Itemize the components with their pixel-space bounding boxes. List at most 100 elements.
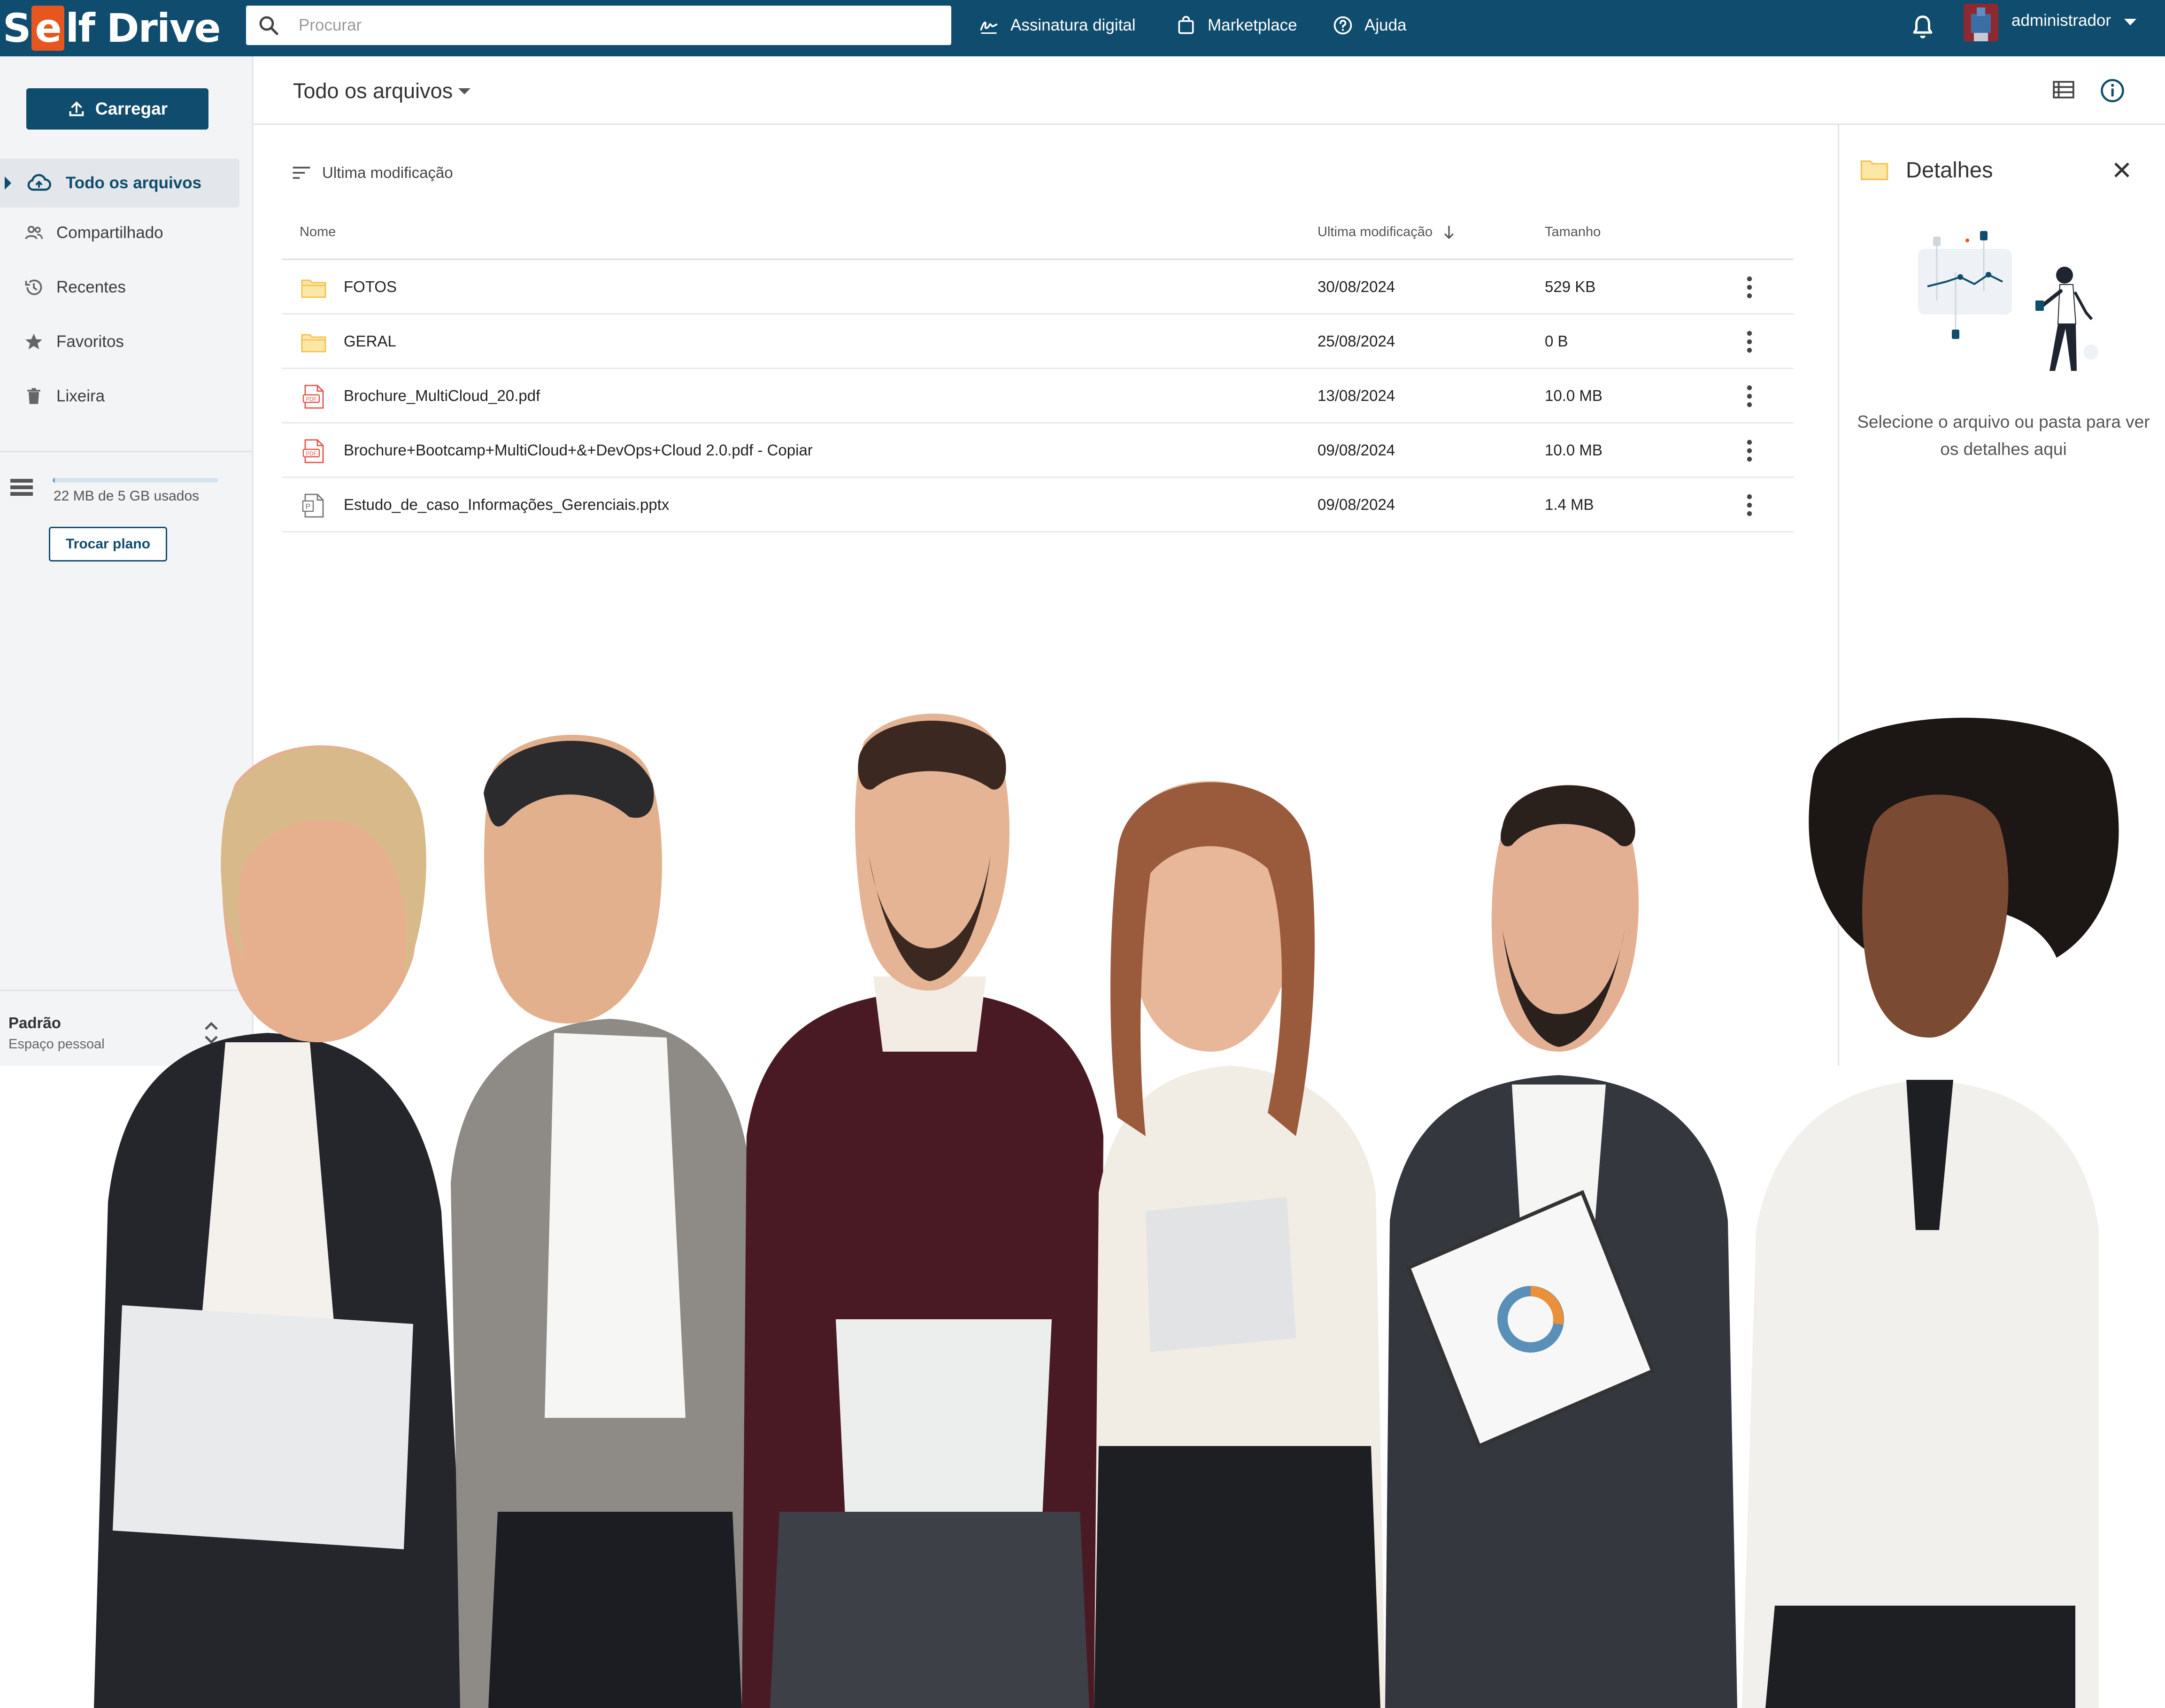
details-empty-message: Selecione o arquivo ou pasta para ver os… <box>1857 412 2150 459</box>
empty-details-illustration <box>1918 231 2098 371</box>
nav-ajuda[interactable]: Ajuda <box>1333 10 1407 40</box>
file-modified: 13/08/2024 <box>1317 387 1395 404</box>
signature-icon <box>980 21 998 34</box>
folder-dropdown-caret-icon[interactable] <box>458 88 470 94</box>
column-header-size[interactable]: Tamanho <box>1545 224 1601 240</box>
file-name: FOTOS <box>344 278 397 295</box>
more-options-icon[interactable] <box>1740 439 1759 463</box>
sidebar-divider <box>0 451 254 452</box>
folder-icon <box>1860 160 1888 180</box>
nav-assinatura-digital[interactable]: Assinatura digital <box>978 10 1136 40</box>
upload-button[interactable]: Carregar <box>26 88 208 130</box>
storage-usage-bar <box>53 478 218 483</box>
folder-icon <box>301 334 326 353</box>
sidebar-item-recentes[interactable]: Recentes <box>0 263 239 312</box>
trash-icon <box>27 388 40 404</box>
table-row[interactable]: GERAL 25/08/2024 0 B <box>282 315 1794 369</box>
storage-usage-fill <box>53 478 55 483</box>
sort-control[interactable]: Ultima modificação <box>291 159 453 187</box>
more-options-icon[interactable] <box>1740 493 1759 517</box>
table-header: Nome Ultima modificação Tamanho <box>282 216 1794 260</box>
sort-label: Ultima modificação <box>322 164 453 181</box>
file-modified: 09/08/2024 <box>1317 496 1395 513</box>
file-name: GERAL <box>344 332 396 350</box>
sidebar-item-label: Todo os arquivos <box>66 174 202 192</box>
column-header-modified-label: Ultima modificação <box>1317 224 1433 239</box>
pptx-file-icon: P <box>302 493 324 518</box>
user-menu-caret-icon[interactable] <box>2124 19 2136 25</box>
search-icon <box>259 16 278 35</box>
sidebar-item-lixeira[interactable]: Lixeira <box>0 372 239 421</box>
upload-icon <box>69 101 84 116</box>
sidebar-item-todo-os-arquivos[interactable]: Todo os arquivos <box>0 159 239 208</box>
sidebar-item-label: Favoritos <box>56 332 124 351</box>
file-name: Brochure_MultiCloud_20.pdf <box>344 387 540 404</box>
shopping-bag-icon <box>1178 15 1194 34</box>
info-icon[interactable] <box>2100 78 2125 103</box>
sort-icon <box>293 167 310 179</box>
svg-text:PDF: PDF <box>306 396 316 402</box>
sidebar-item-label: Compartilhado <box>56 223 163 242</box>
notification-bell-icon[interactable] <box>1910 13 1935 41</box>
upload-button-label: Carregar <box>95 99 168 118</box>
file-size: 10.0 MB <box>1545 441 1603 459</box>
more-options-icon[interactable] <box>1740 275 1759 300</box>
file-name: Brochure+Bootcamp+MultiCloud+&+DevOps+Cl… <box>344 441 813 459</box>
nav-marketplace[interactable]: Marketplace <box>1176 10 1297 40</box>
expand-arrow-icon[interactable] <box>5 177 11 190</box>
person-4 <box>1094 781 1385 1708</box>
arrow-down-icon <box>1444 226 1454 239</box>
top-bar: SelfDrive Assinatura digital Marketplace… <box>0 0 2165 56</box>
avatar-image <box>1964 4 1998 41</box>
help-circle-icon <box>1333 16 1352 35</box>
user-name[interactable]: administrador <box>2011 11 2111 30</box>
pdf-file-icon: PDF <box>302 385 324 409</box>
file-size: 529 KB <box>1545 278 1596 295</box>
list-view-icon[interactable] <box>2052 78 2075 101</box>
sidebar-item-label: Recentes <box>56 278 126 296</box>
column-header-modified[interactable]: Ultima modificação <box>1317 224 1455 240</box>
nav-ajuda-label: Ajuda <box>1364 16 1407 34</box>
more-options-icon[interactable] <box>1740 384 1759 408</box>
self-drive-logo[interactable]: Se lf Drive <box>3 4 221 53</box>
column-header-name[interactable]: Nome <box>300 224 336 240</box>
file-size: 1.4 MB <box>1545 496 1594 513</box>
person-6 <box>1742 717 2119 1708</box>
storage-icon <box>10 479 33 496</box>
svg-text:PDF: PDF <box>306 451 316 457</box>
details-title: Detalhes <box>1906 157 1993 182</box>
nav-assinatura-digital-label: Assinatura digital <box>1010 16 1136 34</box>
table-row[interactable]: P Estudo_de_caso_Informações_Gerenciais.… <box>282 478 1794 532</box>
people-icon <box>25 225 43 239</box>
table-row[interactable]: FOTOS 30/08/2024 529 KB <box>282 260 1794 315</box>
file-modified: 30/08/2024 <box>1317 278 1395 295</box>
table-row[interactable]: PDF Brochure_MultiCloud_20.pdf 13/08/202… <box>282 369 1794 423</box>
file-table: Nome Ultima modificação Tamanho FOTOS 30… <box>282 216 1794 532</box>
person-1 <box>94 745 470 1708</box>
star-icon <box>25 333 42 350</box>
history-icon <box>25 279 42 295</box>
change-plan-button[interactable]: Trocar plano <box>49 527 167 562</box>
table-row[interactable]: PDF Brochure+Bootcamp+MultiCloud+&+DevOp… <box>282 423 1794 478</box>
file-modified: 25/08/2024 <box>1317 332 1395 350</box>
more-options-icon[interactable] <box>1740 330 1759 354</box>
main-header: Todo os arquivos <box>254 56 2165 125</box>
close-icon[interactable] <box>2112 161 2131 179</box>
file-name: Estudo_de_caso_Informações_Gerenciais.pp… <box>344 496 670 513</box>
search-box[interactable] <box>246 6 951 45</box>
avatar[interactable] <box>1964 4 1998 41</box>
svg-text:P: P <box>306 503 311 511</box>
file-size: 10.0 MB <box>1545 387 1603 404</box>
sidebar-item-compartilhado[interactable]: Compartilhado <box>0 208 239 257</box>
person-2 <box>451 735 761 1708</box>
pdf-file-icon: PDF <box>302 439 324 463</box>
sidebar-item-favoritos[interactable]: Favoritos <box>0 317 239 366</box>
page-title[interactable]: Todo os arquivos <box>293 79 453 103</box>
folder-icon <box>301 279 326 298</box>
storage-usage-text: 22 MB de 5 GB usados <box>54 488 200 504</box>
search-input[interactable] <box>299 6 937 45</box>
file-size: 0 B <box>1545 332 1568 350</box>
team-photo <box>94 714 2119 1708</box>
nav-marketplace-label: Marketplace <box>1208 16 1297 34</box>
cloud-upload-icon <box>27 174 51 191</box>
